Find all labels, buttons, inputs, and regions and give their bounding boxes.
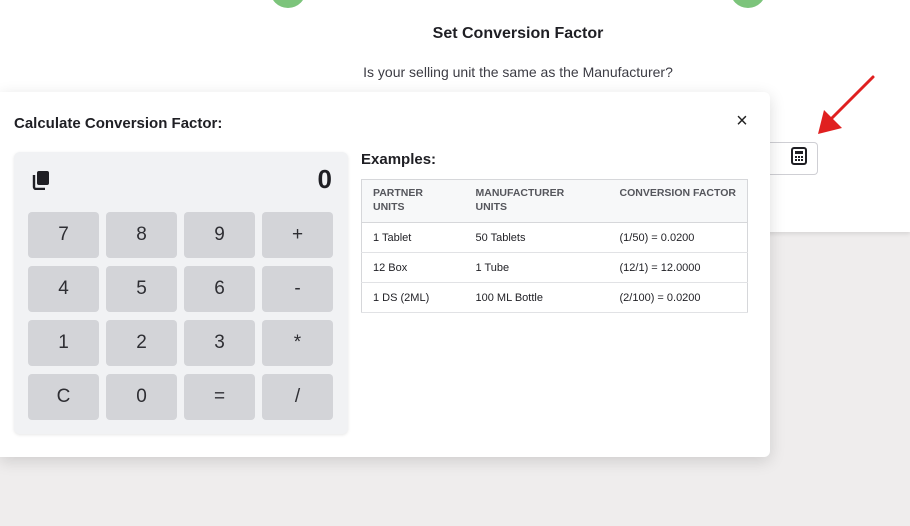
calculator-icon — [791, 147, 807, 170]
key-6[interactable]: 6 — [184, 266, 255, 312]
table-cell: (12/1) = 12.0000 — [608, 252, 748, 283]
table-cell: 1 DS (2ML) — [361, 282, 465, 313]
step-indicator — [270, 0, 306, 8]
key-5[interactable]: 5 — [106, 266, 177, 312]
key-8[interactable]: 8 — [106, 212, 177, 258]
table-cell: (2/100) = 0.0200 — [608, 282, 748, 313]
keypad: 7 8 9 + 4 5 6 - 1 2 3 * C 0 = / — [28, 212, 333, 420]
red-arrow-annotation — [812, 72, 878, 143]
examples-table: PARTNER UNITS MANUFACTURER UNITS CONVERS… — [361, 179, 748, 313]
step-indicator — [730, 0, 766, 8]
table-row: 12 Box 1 Tube (12/1) = 12.0000 — [361, 252, 748, 283]
page-title: Set Conversion Factor — [432, 25, 604, 42]
column-header: MANUFACTURER UNITS — [464, 179, 609, 223]
copy-icon[interactable] — [31, 170, 51, 195]
selling-unit-question: Is your selling unit the same as the Man… — [363, 64, 673, 80]
table-row: 1 Tablet 50 Tablets (1/50) = 0.0200 — [361, 222, 748, 253]
calculator-display: 0 — [317, 164, 332, 194]
column-header: PARTNER UNITS — [361, 179, 465, 223]
key-3[interactable]: 3 — [184, 320, 255, 366]
key-plus[interactable]: + — [262, 212, 333, 258]
table-cell: 1 Tube — [464, 252, 609, 283]
table-row: 1 DS (2ML) 100 ML Bottle (2/100) = 0.020… — [361, 282, 748, 313]
close-button[interactable]: × — [733, 111, 751, 131]
modal-title: Calculate Conversion Factor: — [14, 115, 223, 132]
key-0[interactable]: 0 — [106, 374, 177, 420]
table-cell: 1 Tablet — [361, 222, 465, 253]
examples-title: Examples: — [361, 151, 437, 168]
key-equals[interactable]: = — [184, 374, 255, 420]
table-cell: 50 Tablets — [464, 222, 609, 253]
key-divide[interactable]: / — [262, 374, 333, 420]
table-cell: 100 ML Bottle — [464, 282, 609, 313]
calculator: 0 7 8 9 + 4 5 6 - 1 2 3 * C 0 = / — [14, 152, 348, 434]
key-4[interactable]: 4 — [28, 266, 99, 312]
table-cell: (1/50) = 0.0200 — [608, 222, 748, 253]
column-header: CONVERSION FACTOR — [608, 179, 748, 223]
conversion-calculator-modal: Calculate Conversion Factor: × 0 7 8 9 +… — [0, 92, 770, 457]
table-cell: 12 Box — [361, 252, 465, 283]
key-7[interactable]: 7 — [28, 212, 99, 258]
key-multiply[interactable]: * — [262, 320, 333, 366]
key-9[interactable]: 9 — [184, 212, 255, 258]
key-1[interactable]: 1 — [28, 320, 99, 366]
key-clear[interactable]: C — [28, 374, 99, 420]
key-2[interactable]: 2 — [106, 320, 177, 366]
table-header-row: PARTNER UNITS MANUFACTURER UNITS CONVERS… — [361, 179, 748, 223]
key-minus[interactable]: - — [262, 266, 333, 312]
